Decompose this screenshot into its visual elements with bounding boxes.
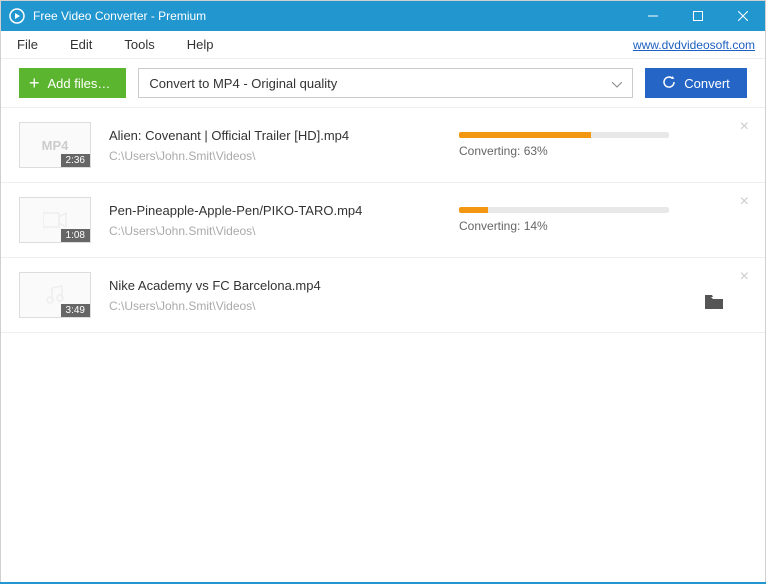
list-item[interactable]: 3:49 Nike Academy vs FC Barcelona.mp4 C:… (1, 258, 765, 333)
file-path: C:\Users\John.Smit\Videos\ (109, 149, 449, 163)
close-button[interactable] (720, 1, 765, 31)
progress-status: Converting: 14% (459, 219, 747, 233)
maximize-button[interactable] (675, 1, 720, 31)
file-list: MP4 2:36 Alien: Covenant | Official Trai… (1, 107, 765, 333)
add-files-button[interactable]: + Add files… (19, 68, 126, 98)
website-link[interactable]: www.dvdvideosoft.com (633, 38, 755, 52)
file-name: Alien: Covenant | Official Trailer [HD].… (109, 128, 449, 143)
menu-edit[interactable]: Edit (70, 37, 92, 52)
duration-badge: 1:08 (61, 229, 90, 242)
convert-label: Convert (684, 76, 730, 91)
refresh-icon (662, 75, 676, 92)
duration-badge: 3:49 (61, 304, 90, 317)
add-files-label: Add files… (48, 76, 111, 91)
window-title: Free Video Converter - Premium (33, 9, 630, 23)
output-format-select[interactable]: Convert to MP4 - Original quality (138, 68, 633, 98)
minimize-button[interactable] (630, 1, 675, 31)
file-name: Nike Academy vs FC Barcelona.mp4 (109, 278, 449, 293)
titlebar: Free Video Converter - Premium (1, 1, 765, 31)
thumb-label: MP4 (42, 138, 69, 153)
toolbar: + Add files… Convert to MP4 - Original q… (1, 59, 765, 107)
menubar: File Edit Tools Help www.dvdvideosoft.co… (1, 31, 765, 59)
list-item[interactable]: 1:08 Pen-Pineapple-Apple-Pen/PIKO-TARO.m… (1, 183, 765, 258)
file-path: C:\Users\John.Smit\Videos\ (109, 299, 449, 313)
plus-icon: + (29, 73, 40, 94)
progress-bar (459, 132, 669, 138)
convert-button[interactable]: Convert (645, 68, 747, 98)
list-item[interactable]: MP4 2:36 Alien: Covenant | Official Trai… (1, 108, 765, 183)
progress-bar (459, 207, 669, 213)
format-selected-label: Convert to MP4 - Original quality (149, 76, 337, 91)
folder-icon[interactable] (705, 295, 723, 314)
thumbnail: 1:08 (19, 197, 91, 243)
app-icon (9, 8, 25, 24)
progress-status: Converting: 63% (459, 144, 747, 158)
chevron-down-icon (612, 76, 622, 91)
thumbnail: 3:49 (19, 272, 91, 318)
remove-item-button[interactable]: × (740, 118, 749, 136)
file-path: C:\Users\John.Smit\Videos\ (109, 224, 449, 238)
remove-item-button[interactable]: × (740, 268, 749, 286)
duration-badge: 2:36 (61, 154, 90, 167)
menu-tools[interactable]: Tools (124, 37, 154, 52)
file-name: Pen-Pineapple-Apple-Pen/PIKO-TARO.mp4 (109, 203, 449, 218)
thumbnail: MP4 2:36 (19, 122, 91, 168)
remove-item-button[interactable]: × (740, 193, 749, 211)
menu-help[interactable]: Help (187, 37, 214, 52)
menu-file[interactable]: File (17, 37, 38, 52)
